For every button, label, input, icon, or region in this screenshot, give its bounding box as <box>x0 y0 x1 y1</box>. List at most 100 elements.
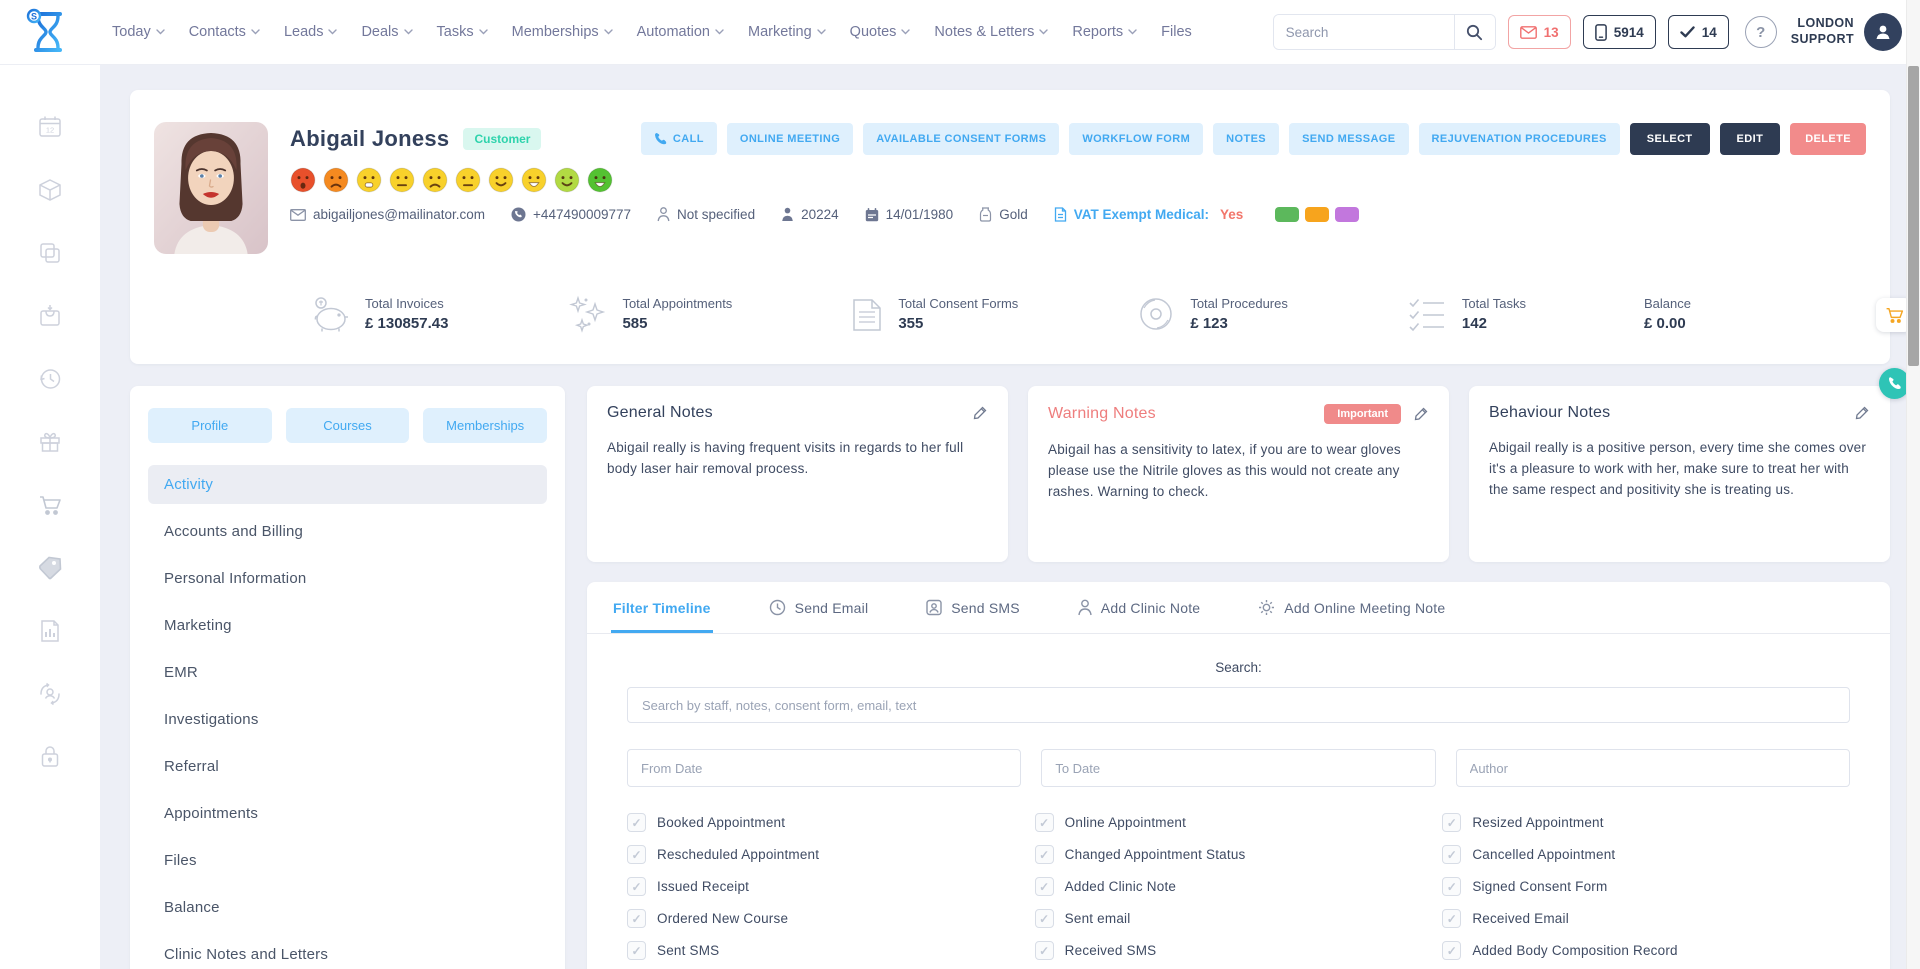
sidebar-item-files[interactable]: Files <box>148 841 547 880</box>
checkbox-ordered-new-course[interactable]: ✓Ordered New Course <box>627 909 1035 928</box>
nav-item-quotes[interactable]: Quotes <box>850 24 911 40</box>
checkbox-added-clinic-note[interactable]: ✓Added Clinic Note <box>1035 877 1443 896</box>
nav-item-reports[interactable]: Reports <box>1072 24 1137 40</box>
tab-courses[interactable]: Courses <box>286 408 410 443</box>
mood-face-icon[interactable] <box>587 167 613 193</box>
mood-face-icon[interactable] <box>554 167 580 193</box>
stat-total-tasks: Total Tasks142 <box>1406 295 1526 333</box>
general-notes-title: General Notes <box>607 404 713 422</box>
nav-item-deals[interactable]: Deals <box>361 24 412 40</box>
nav-item-contacts[interactable]: Contacts <box>189 24 260 40</box>
checkbox-sent-email[interactable]: ✓Sent email <box>1035 909 1443 928</box>
select-button[interactable]: SELECT <box>1630 123 1710 155</box>
sidebar-item-referral[interactable]: Referral <box>148 747 547 786</box>
cart-icon[interactable] <box>37 492 63 518</box>
tab-profile[interactable]: Profile <box>148 408 272 443</box>
send-message-button[interactable]: SEND MESSAGE <box>1289 123 1408 155</box>
nav-item-automation[interactable]: Automation <box>637 24 724 40</box>
client-email[interactable]: abigailjones@mailinator.com <box>290 207 485 222</box>
sidebar-item-balance[interactable]: Balance <box>148 888 547 927</box>
nav-item-files[interactable]: Files <box>1161 24 1192 40</box>
checkbox-changed-appointment-status[interactable]: ✓Changed Appointment Status <box>1035 845 1443 864</box>
tab-memberships[interactable]: Memberships <box>423 408 547 443</box>
client-phone[interactable]: +447490009777 <box>511 207 631 222</box>
nav-item-tasks[interactable]: Tasks <box>437 24 488 40</box>
online-meeting-button[interactable]: ONLINE MEETING <box>727 123 853 155</box>
mood-face-icon[interactable] <box>389 167 415 193</box>
checkbox-online-appointment[interactable]: ✓Online Appointment <box>1035 813 1443 832</box>
checkbox-received-sms[interactable]: ✓Received SMS <box>1035 941 1443 960</box>
mood-face-icon[interactable] <box>290 167 316 193</box>
call-button[interactable]: CALL <box>641 122 717 155</box>
sidebar-item-accounts-billing[interactable]: Accounts and Billing <box>148 512 547 551</box>
tab-add-online-meeting-note[interactable]: Add Online Meeting Note <box>1256 582 1447 633</box>
calendar-icon[interactable]: 12 <box>37 114 63 140</box>
checkbox-booked-appointment[interactable]: ✓Booked Appointment <box>627 813 1035 832</box>
sidebar-item-investigations[interactable]: Investigations <box>148 700 547 739</box>
notes-button[interactable]: NOTES <box>1213 123 1279 155</box>
tab-filter-timeline[interactable]: Filter Timeline <box>611 583 713 633</box>
mood-face-icon[interactable] <box>521 167 547 193</box>
tab-add-clinic-note[interactable]: Add Clinic Note <box>1076 582 1203 633</box>
inbox-badge[interactable]: 13 <box>1508 15 1571 49</box>
timeline-search-input[interactable] <box>627 687 1850 723</box>
workflow-form-button[interactable]: WORKFLOW FORM <box>1069 123 1203 155</box>
nav-item-notes-letters[interactable]: Notes & Letters <box>934 24 1048 40</box>
rejuvenation-procedures-button[interactable]: REJUVENATION PROCEDURES <box>1419 123 1620 155</box>
app-logo-icon[interactable]: S <box>26 8 70 56</box>
nav-item-today[interactable]: Today <box>112 24 165 40</box>
tab-send-email[interactable]: Send Email <box>767 582 871 633</box>
checkbox-added-body-composition-record[interactable]: ✓Added Body Composition Record <box>1442 941 1850 960</box>
nav-item-memberships[interactable]: Memberships <box>512 24 613 40</box>
edit-pencil-icon[interactable] <box>1413 406 1429 422</box>
profile-nav-panel: Profile Courses Memberships Activity Acc… <box>130 386 565 969</box>
help-icon[interactable]: ? <box>1745 16 1777 48</box>
available-consent-forms-button[interactable]: AVAILABLE CONSENT FORMS <box>863 123 1059 155</box>
package-icon[interactable] <box>37 177 63 203</box>
price-tag-icon[interactable] <box>37 555 63 581</box>
sms-credits-badge[interactable]: 5914 <box>1583 15 1656 49</box>
sidebar-item-appointments[interactable]: Appointments <box>148 794 547 833</box>
mood-face-icon[interactable] <box>356 167 382 193</box>
sidebar-item-emr[interactable]: EMR <box>148 653 547 692</box>
lock-icon[interactable] <box>37 744 63 770</box>
checkbox-sent-sms[interactable]: ✓Sent SMS <box>627 941 1035 960</box>
search-input[interactable] <box>1274 15 1454 49</box>
author-input[interactable] <box>1456 749 1850 787</box>
checkbox-received-email[interactable]: ✓Received Email <box>1442 909 1850 928</box>
sidebar-item-activity[interactable]: Activity <box>148 465 547 504</box>
to-date-input[interactable] <box>1041 749 1435 787</box>
mood-face-icon[interactable] <box>323 167 349 193</box>
mood-face-icon[interactable] <box>422 167 448 193</box>
edit-button[interactable]: EDIT <box>1720 123 1781 155</box>
user-avatar[interactable] <box>1864 13 1902 51</box>
mood-face-icon[interactable] <box>488 167 514 193</box>
gift-icon[interactable] <box>37 429 63 455</box>
edit-pencil-icon[interactable] <box>1854 405 1870 421</box>
nav-item-leads[interactable]: Leads <box>284 24 338 40</box>
mood-face-icon[interactable] <box>455 167 481 193</box>
shopping-bag-icon[interactable] <box>37 303 63 329</box>
checkbox-resized-appointment[interactable]: ✓Resized Appointment <box>1442 813 1850 832</box>
report-icon[interactable] <box>37 618 63 644</box>
copy-icon[interactable] <box>37 240 63 266</box>
history-icon[interactable] <box>37 366 63 392</box>
search-icon[interactable] <box>1454 15 1495 49</box>
account-sync-icon[interactable] <box>37 681 63 707</box>
from-date-input[interactable] <box>627 749 1021 787</box>
tasks-badge[interactable]: 14 <box>1668 15 1729 49</box>
sidebar-item-personal-information[interactable]: Personal Information <box>148 559 547 598</box>
sidebar-item-clinic-notes-letters[interactable]: Clinic Notes and Letters <box>148 935 547 969</box>
delete-button[interactable]: DELETE <box>1790 123 1866 155</box>
sidebar-item-marketing[interactable]: Marketing <box>148 606 547 645</box>
stat-total-appointments: Total Appointments585 <box>566 294 732 334</box>
checkbox-issued-receipt[interactable]: ✓Issued Receipt <box>627 877 1035 896</box>
checkbox-check-icon: ✓ <box>627 877 646 896</box>
checkbox-cancelled-appointment[interactable]: ✓Cancelled Appointment <box>1442 845 1850 864</box>
tab-send-sms[interactable]: Send SMS <box>924 582 1022 633</box>
checkbox-rescheduled-appointment[interactable]: ✓Rescheduled Appointment <box>627 845 1035 864</box>
checkbox-signed-consent-form[interactable]: ✓Signed Consent Form <box>1442 877 1850 896</box>
edit-pencil-icon[interactable] <box>972 405 988 421</box>
scrollbar-thumb[interactable] <box>1908 66 1919 366</box>
nav-item-marketing[interactable]: Marketing <box>748 24 826 40</box>
